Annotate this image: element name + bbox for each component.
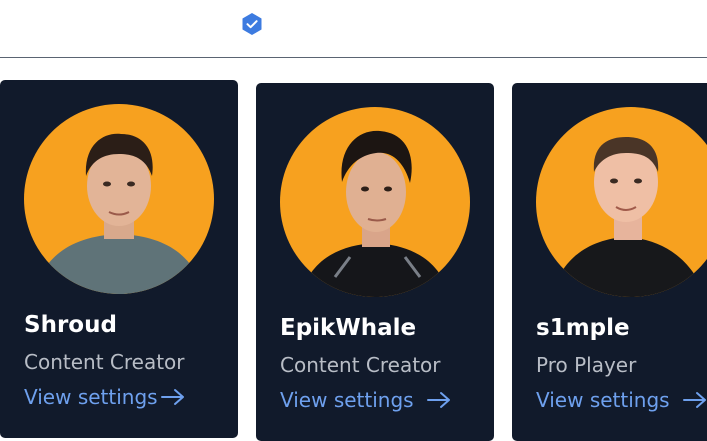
arrow-right-icon (426, 392, 450, 408)
view-settings-label: View settings (280, 388, 414, 412)
player-role: Content Creator (280, 353, 441, 377)
view-settings-label: View settings (536, 388, 670, 412)
arrow-right-icon (160, 389, 184, 405)
view-settings-link[interactable]: View settings (536, 388, 707, 412)
top-bar (0, 0, 707, 58)
verified-badge-icon (242, 13, 262, 35)
player-portrait (300, 130, 450, 297)
avatar (24, 104, 214, 294)
player-name: Shroud (24, 312, 117, 338)
player-role: Pro Player (536, 353, 637, 377)
avatar (536, 107, 707, 297)
player-role: Content Creator (24, 350, 185, 374)
player-card-epikwhale[interactable]: EpikWhale Content Creator View settings (256, 83, 494, 441)
view-settings-link[interactable]: View settings (280, 388, 452, 412)
player-portrait (551, 137, 706, 297)
avatar (280, 107, 470, 297)
player-card-shroud[interactable]: Shroud Content Creator View settings (0, 80, 238, 438)
arrow-right-icon (682, 392, 706, 408)
player-portrait (34, 133, 204, 294)
player-name: EpikWhale (280, 315, 417, 341)
view-settings-label: View settings (24, 385, 158, 409)
player-card-s1mple[interactable]: s1mple Pro Player View settings (512, 83, 707, 441)
view-settings-link[interactable]: View settings (24, 385, 186, 409)
player-name: s1mple (536, 315, 630, 341)
